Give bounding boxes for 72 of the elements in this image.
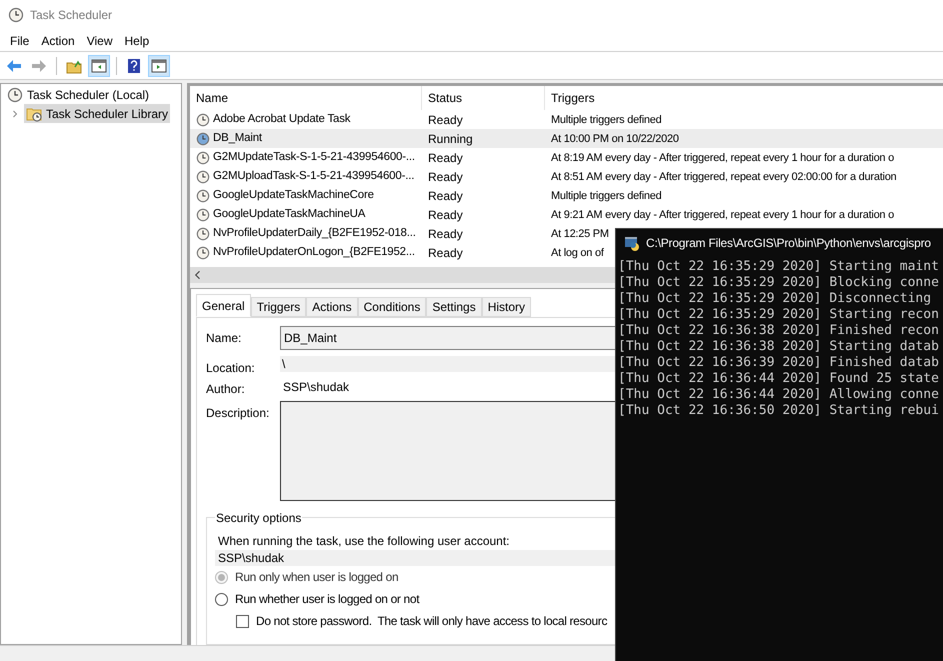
clock-icon [7,86,23,102]
column-header[interactable]: Status [422,86,545,110]
terminal-python-icon [624,235,640,251]
table-cell: At 8:19 AM every day - After triggered, repeat every 1 hour for a duration o [551,152,894,164]
table-cell: Running [428,132,473,146]
field-label: Location: [206,360,256,377]
menu-item[interactable]: Help [118,32,156,50]
account-label: When running the task, use the following user account: [217,533,511,548]
table-cell: At 9:21 AM every day - After triggered, repeat every 1 hour for a duration o [551,209,894,222]
tab[interactable]: Actions [306,297,358,317]
menu-item[interactable]: Action [35,32,81,50]
console-line: [Thu Oct 22 16:36:44 2020] Found 25 state [618,371,940,387]
field-label: Name: [206,330,242,347]
window-title: Task Scheduler [30,7,112,24]
console-line: [Thu Oct 22 16:35:29 2020] Blocking conne [618,275,940,291]
table-cell-text: G2MUploadTask-S-1-5-21-439954600-... [213,168,414,184]
console-line: [Thu Oct 22 16:35:29 2020] Disconnecting [618,291,932,307]
tree-item[interactable]: Task Scheduler Library [24,104,170,123]
forward-arrow-icon [31,58,47,74]
table-cell-text: GoogleUpdateTaskMachineUA [213,206,366,222]
table-cell-text: Adobe Acrobat Update Task [213,112,350,127]
tab[interactable]: Settings [426,297,482,317]
checkbox-option[interactable]: Do not store password. The task will only have access to local resourc [215,610,608,632]
table-cell-text: NvProfileUpdaterDaily_{B2FE1952-018... [213,226,416,241]
table-row[interactable]: GoogleUpdateTaskMachineUA Ready At 9:21 AM every day - After triggered, repeat every 1 hour for a duration o [190,205,943,224]
field-label: Author: [206,381,246,398]
console-line: [Thu Oct 22 16:36:50 2020] Starting rebui [618,403,940,419]
help-icon [126,58,142,74]
menu-item[interactable]: File [4,32,36,50]
table-row[interactable]: DB_Maint Running At 10:00 PM on 10/22/2020 [190,129,943,148]
tab[interactable]: Conditions [358,297,426,317]
table-cell: Ready [428,246,463,260]
clock-icon [8,7,24,23]
table-cell: Ready [428,112,463,126]
menu-item[interactable]: View [80,32,118,50]
folder-clock-icon [26,106,42,122]
table-row[interactable]: G2MUpdateTask-S-1-5-21-439954600-... Ready At 8:19 AM every day - After triggered, repeat every 1 hour for a duration o [190,148,943,167]
table-cell: Ready [428,226,463,240]
table-cell: Multiple triggers defined [551,114,662,126]
table-cell-text: DB_Maint [213,130,262,146]
table-cell: At 10:00 PM on 10/22/2020 [551,133,679,146]
toolbar-button[interactable] [88,54,110,76]
table-row[interactable]: Adobe Acrobat Update Task Ready Multiple triggers defined [190,110,943,129]
column-header[interactable]: Triggers [545,86,943,110]
table-cell: Ready [428,170,463,184]
table-cell: Multiple triggers defined [551,190,662,202]
table-cell-text: G2MUpdateTask-S-1-5-21-439954600-... [213,150,415,165]
toolbar-button[interactable] [148,54,170,76]
tab[interactable]: History [482,297,532,317]
console-line: [Thu Oct 22 16:35:29 2020] Starting maint [618,259,940,275]
table-cell-text: GoogleUpdateTaskMachineCore [213,188,374,203]
table-cell: Ready [428,150,463,164]
table-cell-text: NvProfileUpdaterOnLogon_{B2FE1952... [213,244,415,260]
tree-item[interactable]: Task Scheduler (Local) [5,85,152,104]
field-label: Description: [206,405,270,422]
console-line: [Thu Oct 22 16:35:29 2020] Starting recon [618,307,940,323]
table-cell: Ready [428,208,463,222]
table-row[interactable]: GoogleUpdateTaskMachineCore Ready Multiple triggers defined [190,186,943,205]
panel-toggle-icon [151,58,167,74]
console-line: [Thu Oct 22 16:36:44 2020] Allowing conne [618,387,940,403]
table-cell: Ready [428,188,463,202]
table-cell: At 8:51 AM every day - After triggered, repeat every 02:00:00 for a duration [551,171,896,184]
column-header[interactable]: Name [190,86,422,110]
console-title: C:\Program Files\ArcGIS\Pro\bin\Python\envs\arcgispro [646,235,931,252]
table-cell: At 12:25 PM [551,228,609,240]
tab[interactable]: Triggers [250,297,306,317]
tab[interactable]: General [196,294,251,317]
back-arrow-icon [6,58,22,74]
radio-option[interactable]: Run whether user is logged on or not [215,588,420,610]
table-cell: At log on of [551,247,604,260]
table-row[interactable]: G2MUploadTask-S-1-5-21-439954600-... Ready At 8:51 AM every day - After triggered, repeat every 02:00:00 for a duration [190,167,943,186]
panel-toggle-icon [91,58,107,74]
